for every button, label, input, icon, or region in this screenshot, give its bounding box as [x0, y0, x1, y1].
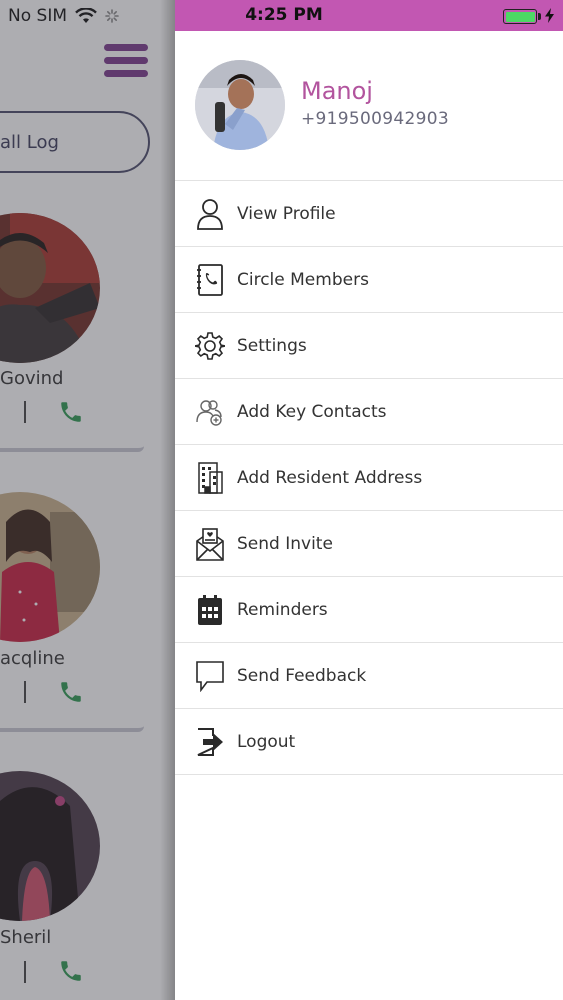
dim-overlay[interactable]	[0, 0, 175, 1000]
menu-item-reminders[interactable]: Reminders	[175, 577, 563, 643]
menu-label: View Profile	[237, 203, 336, 224]
background-screen: No SIM all Log Govind acqline Sheril	[0, 0, 175, 1000]
add-contacts-icon	[195, 395, 225, 429]
contact-book-icon	[195, 263, 225, 297]
profile-header[interactable]: Manoj +919500942903	[175, 31, 563, 181]
menu-item-add-key-contacts[interactable]: Add Key Contacts	[175, 379, 563, 445]
menu-label: Settings	[237, 335, 307, 356]
menu-label: Send Feedback	[237, 665, 367, 686]
menu-item-circle-members[interactable]: Circle Members	[175, 247, 563, 313]
menu-label: Logout	[237, 731, 296, 752]
profile-name: Manoj	[301, 77, 373, 105]
menu-label: Send Invite	[237, 533, 333, 554]
menu-label: Reminders	[237, 599, 328, 620]
menu-label: Add Key Contacts	[237, 401, 387, 422]
menu-item-settings[interactable]: Settings	[175, 313, 563, 379]
profile-phone: +919500942903	[301, 109, 449, 129]
user-icon	[195, 197, 225, 231]
status-time: 4:25 PM	[245, 5, 323, 25]
battery-cap	[538, 13, 541, 20]
invite-envelope-icon	[195, 527, 225, 561]
calendar-icon	[195, 593, 225, 627]
menu-label: Circle Members	[237, 269, 369, 290]
speech-bubble-icon	[195, 659, 225, 693]
building-icon	[195, 461, 225, 495]
navigation-drawer: 4:25 PM Manoj +919500942903 View Profile…	[175, 0, 563, 1000]
logout-icon	[195, 725, 225, 759]
charging-bolt-icon	[545, 8, 554, 23]
menu-item-logout[interactable]: Logout	[175, 709, 563, 775]
drawer-menu: View Profile Circle Members Settings Add…	[175, 181, 563, 775]
battery-icon	[503, 9, 537, 24]
menu-item-add-resident-address[interactable]: Add Resident Address	[175, 445, 563, 511]
menu-label: Add Resident Address	[237, 467, 423, 488]
status-bar: 4:25 PM	[175, 0, 563, 31]
menu-item-send-invite[interactable]: Send Invite	[175, 511, 563, 577]
avatar[interactable]	[195, 60, 285, 150]
drawer-shadow	[160, 0, 175, 1000]
menu-item-view-profile[interactable]: View Profile	[175, 181, 563, 247]
menu-item-send-feedback[interactable]: Send Feedback	[175, 643, 563, 709]
gear-icon	[195, 329, 225, 363]
